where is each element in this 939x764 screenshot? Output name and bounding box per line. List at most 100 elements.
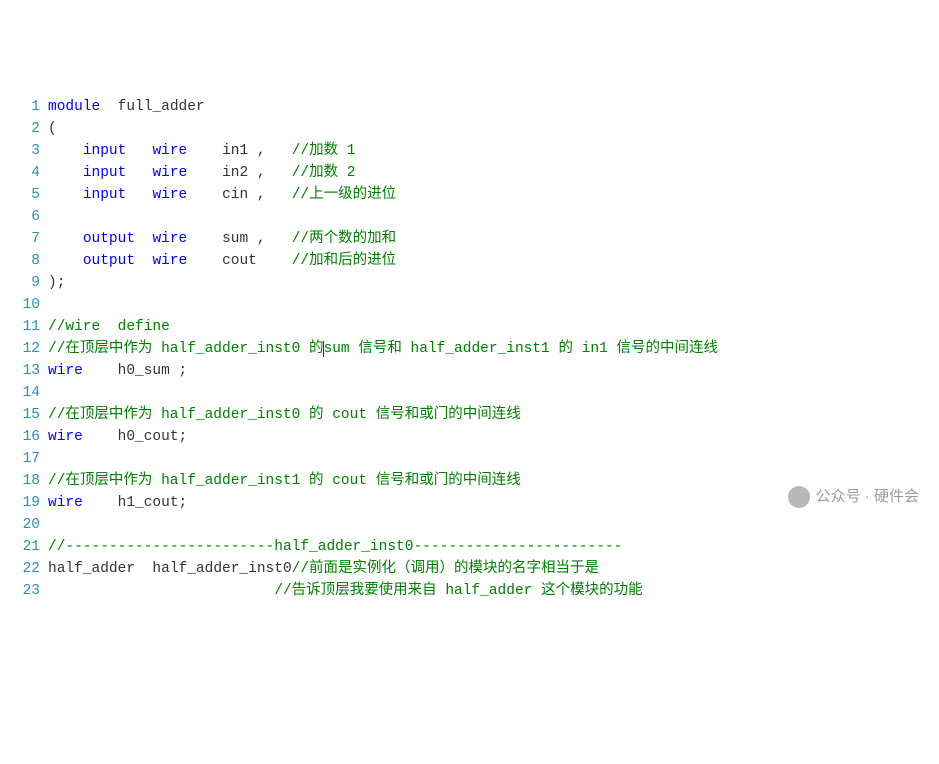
token-ws [48, 583, 274, 599]
line-number: 17 [8, 448, 48, 470]
token-cmt: //在顶层中作为 half_adder_inst0 的 cout 信号和或门的中… [48, 407, 521, 423]
code-line: 22half_adder half_adder_inst0//前面是实例化（调用… [8, 558, 931, 580]
token-punc: ); [48, 275, 65, 291]
code-line: 9); [8, 272, 931, 294]
token-cmt: //前面是实例化（调用）的模块的名字相当于是 [292, 561, 599, 577]
token-ident: h0_cout [118, 429, 179, 445]
token-ws: , [248, 231, 292, 247]
code-line: 12//在顶层中作为 half_adder_inst0 的sum 信号和 hal… [8, 338, 931, 360]
code-line: 17 [8, 448, 931, 470]
line-number: 18 [8, 470, 48, 492]
line-number: 16 [8, 426, 48, 448]
token-kw: input [83, 187, 127, 203]
code-content: half_adder half_adder_inst0//前面是实例化（调用）的… [48, 558, 931, 580]
line-number: 11 [8, 316, 48, 338]
token-kw: output [83, 253, 135, 269]
code-content: wire h0_sum ; [48, 360, 931, 382]
code-line: 7 output wire sum , //两个数的加和 [8, 228, 931, 250]
code-line: 11//wire define [8, 316, 931, 338]
token-ws [135, 561, 152, 577]
code-content: module full_adder [48, 96, 931, 118]
token-ident: in1 [222, 143, 248, 159]
token-ident: half_adder [48, 561, 135, 577]
line-number: 14 [8, 382, 48, 404]
token-ident: full_adder [118, 99, 205, 115]
code-content [48, 382, 931, 404]
token-type: wire [152, 253, 187, 269]
token-cmt: //上一级的进位 [292, 187, 396, 203]
code-content [48, 448, 931, 470]
code-line: 2( [8, 118, 931, 140]
token-ws [126, 143, 152, 159]
token-ws [83, 363, 118, 379]
code-line: 6 [8, 206, 931, 228]
token-type: wire [152, 231, 187, 247]
line-number: 10 [8, 294, 48, 316]
token-cmt: sum 信号和 half_adder_inst1 的 in1 信号的中间连线 [324, 341, 718, 357]
token-punc: ( [48, 121, 57, 137]
token-cmt: //加数 1 [292, 143, 356, 159]
line-number: 13 [8, 360, 48, 382]
token-kw: output [83, 231, 135, 247]
token-ident: in2 [222, 165, 248, 181]
token-ident: h1_cout [118, 495, 179, 511]
token-punc: ; [179, 495, 188, 511]
token-ws [48, 187, 83, 203]
token-ws [187, 253, 222, 269]
token-ws [135, 231, 152, 247]
code-line: 10 [8, 294, 931, 316]
token-cmt: //wire define [48, 319, 170, 335]
line-number: 9 [8, 272, 48, 294]
token-ws [257, 253, 292, 269]
line-number: 7 [8, 228, 48, 250]
token-ws [48, 165, 83, 181]
code-content: output wire sum , //两个数的加和 [48, 228, 931, 250]
token-cmt: //两个数的加和 [292, 231, 396, 247]
line-number: 2 [8, 118, 48, 140]
line-number: 5 [8, 184, 48, 206]
line-number: 6 [8, 206, 48, 228]
code-content: input wire in1 , //加数 1 [48, 140, 931, 162]
code-content: //在顶层中作为 half_adder_inst0 的sum 信号和 half_… [48, 338, 931, 360]
line-number: 20 [8, 514, 48, 536]
code-line: 14 [8, 382, 931, 404]
code-content: ); [48, 272, 931, 294]
token-ws [187, 165, 222, 181]
token-cmt: //加和后的进位 [292, 253, 396, 269]
line-number: 12 [8, 338, 48, 360]
token-ws [187, 187, 222, 203]
code-line: 21//------------------------half_adder_i… [8, 536, 931, 558]
token-cmt: //------------------------half_adder_ins… [48, 539, 622, 555]
code-line: 3 input wire in1 , //加数 1 [8, 140, 931, 162]
code-content: wire h0_cout; [48, 426, 931, 448]
code-line: 18//在顶层中作为 half_adder_inst1 的 cout 信号和或门… [8, 470, 931, 492]
token-ws [83, 495, 118, 511]
code-content: output wire cout //加和后的进位 [48, 250, 931, 272]
token-type: wire [48, 363, 83, 379]
token-ws [83, 429, 118, 445]
token-kw: input [83, 165, 127, 181]
token-punc: ; [170, 363, 187, 379]
code-listing: 1module full_adder2(3 input wire in1 , /… [8, 96, 931, 602]
code-content: wire h1_cout; [48, 492, 931, 514]
token-ws [48, 253, 83, 269]
token-ws [126, 187, 152, 203]
token-cmt: //告诉顶层我要使用来自 half_adder 这个模块的功能 [274, 583, 642, 599]
code-content: //在顶层中作为 half_adder_inst0 的 cout 信号和或门的中… [48, 404, 931, 426]
token-ident: h0_sum [118, 363, 170, 379]
line-number: 4 [8, 162, 48, 184]
line-number: 1 [8, 96, 48, 118]
token-type: wire [152, 165, 187, 181]
token-punc: ; [179, 429, 188, 445]
code-line: 19wire h1_cout; [8, 492, 931, 514]
token-ident: cout [222, 253, 257, 269]
token-type: wire [48, 429, 83, 445]
code-line: 5 input wire cin , //上一级的进位 [8, 184, 931, 206]
token-ws [126, 165, 152, 181]
code-line: 16wire h0_cout; [8, 426, 931, 448]
code-content: //在顶层中作为 half_adder_inst1 的 cout 信号和或门的中… [48, 470, 931, 492]
token-ws: , [248, 143, 292, 159]
code-content: //------------------------half_adder_ins… [48, 536, 931, 558]
code-content: ( [48, 118, 931, 140]
token-ws: , [248, 187, 292, 203]
